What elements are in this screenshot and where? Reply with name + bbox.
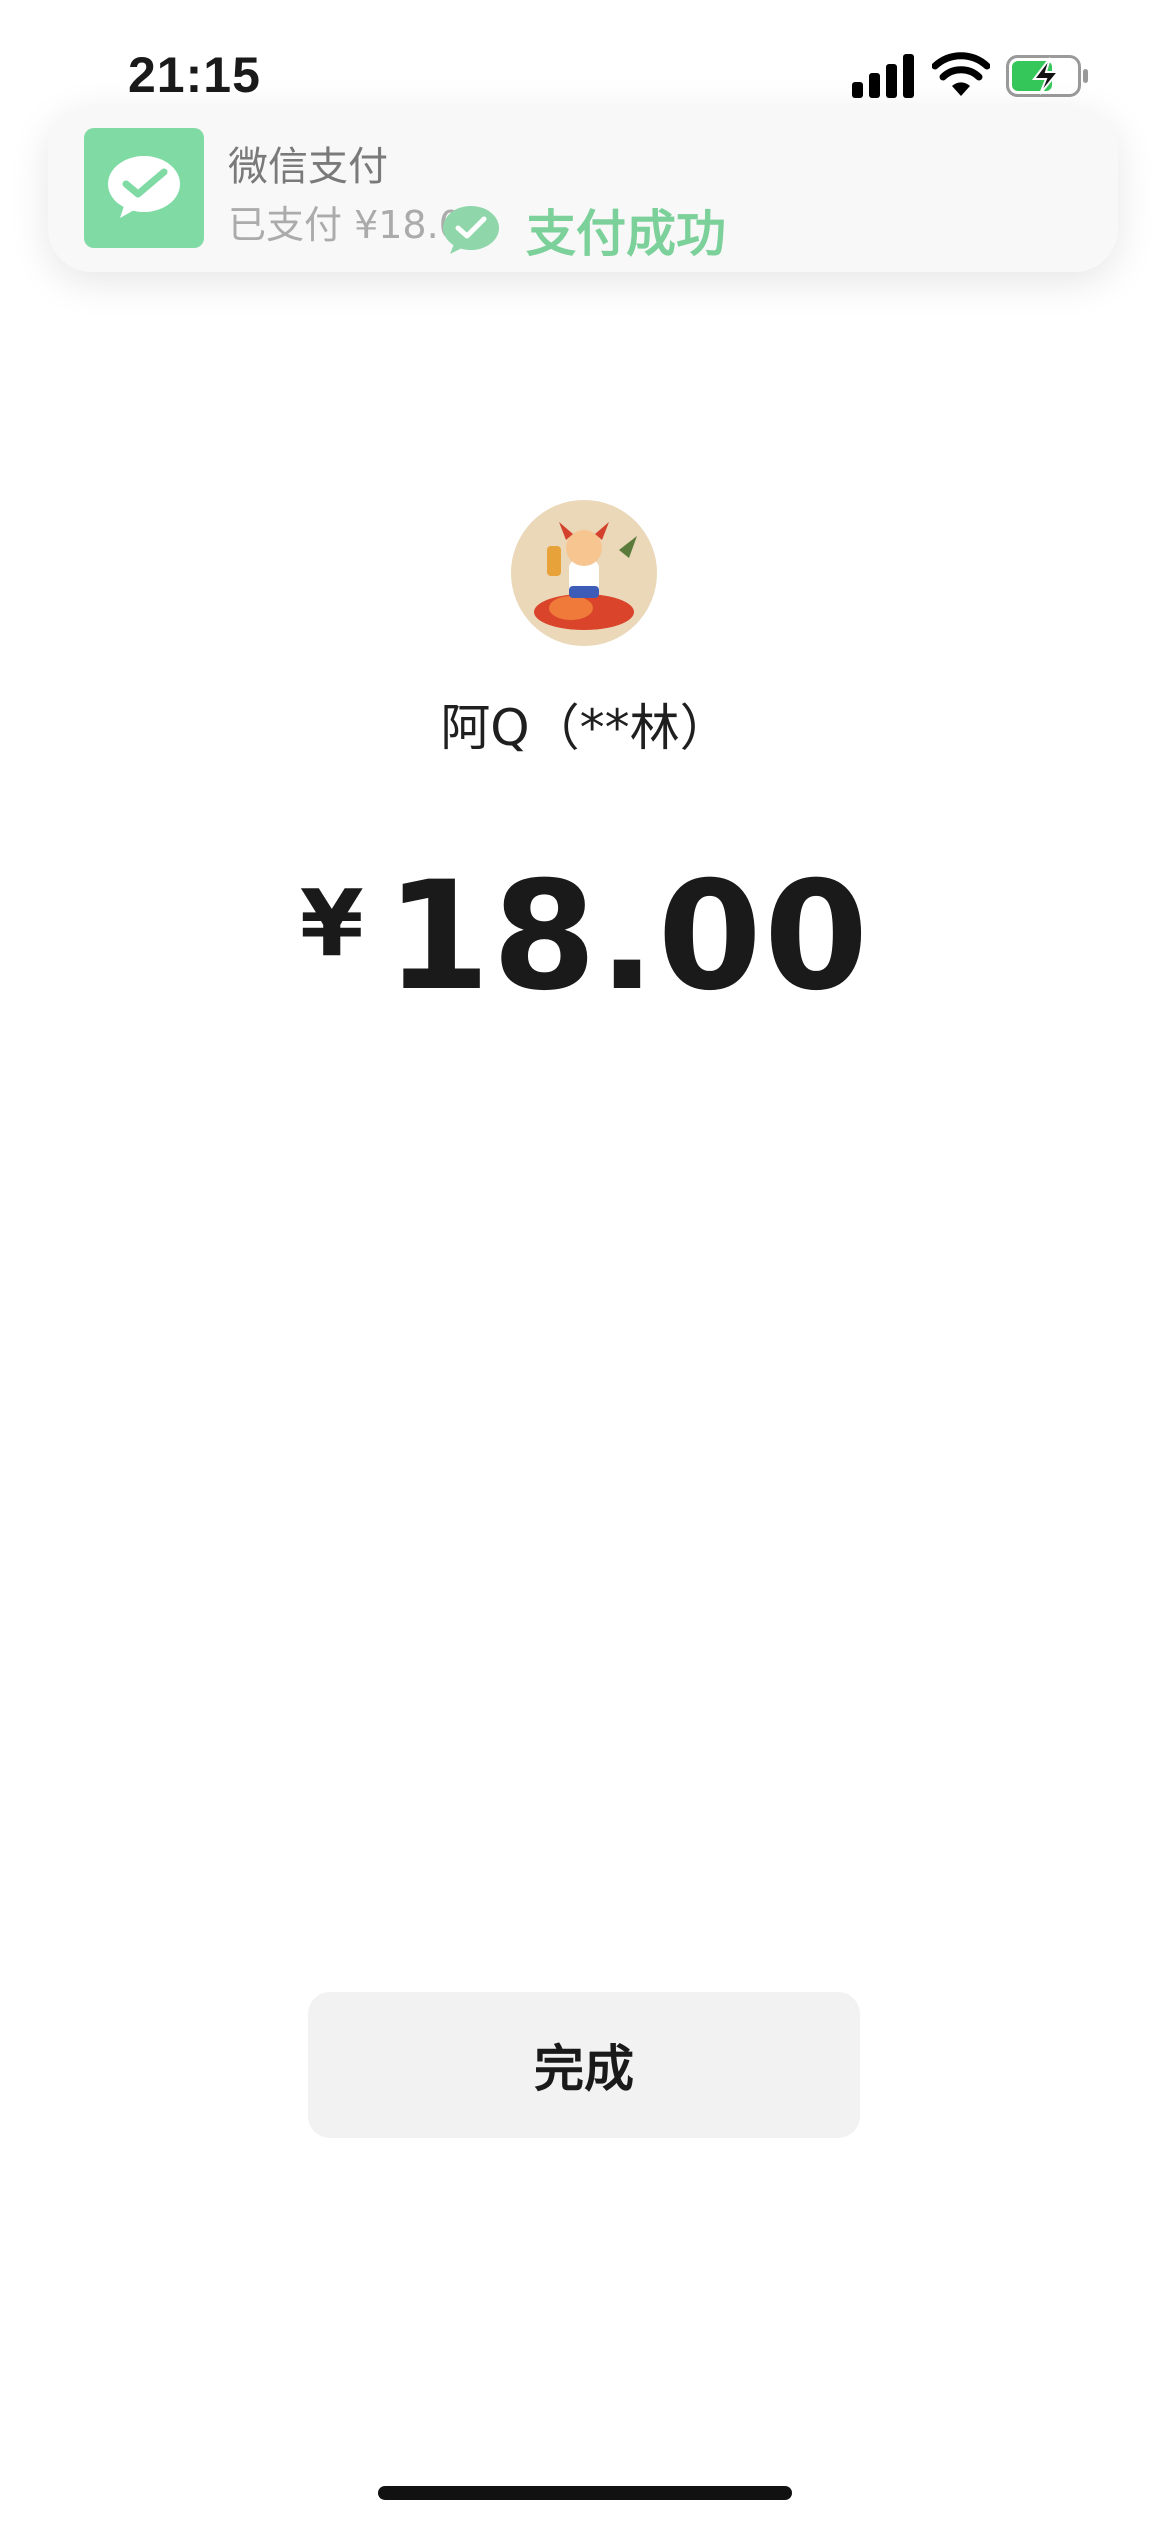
check-bubble-icon (443, 206, 499, 254)
signal-icon (852, 54, 914, 98)
amount-value: 18.00 (385, 850, 871, 1024)
payee-avatar (511, 500, 657, 646)
notification-app-name: 微信支付 (228, 144, 388, 190)
status-time: 21:15 (128, 47, 261, 103)
payment-notification-banner[interactable]: 微信支付 已支付 ¥18.00 支付成功 (48, 106, 1118, 272)
done-button[interactable]: 完成 (308, 1992, 860, 2138)
wifi-icon (932, 52, 990, 96)
payee-name: 阿Q（**林） (440, 699, 730, 757)
home-indicator[interactable] (378, 2486, 792, 2500)
wechat-pay-icon (84, 128, 204, 248)
success-text: 支付成功 (526, 205, 726, 263)
payment-amount: ¥18.00 (0, 850, 1170, 1024)
payment-success-status: 支付成功 (442, 194, 726, 266)
currency-symbol: ¥ (299, 870, 364, 977)
battery-charging-icon (1006, 55, 1088, 97)
